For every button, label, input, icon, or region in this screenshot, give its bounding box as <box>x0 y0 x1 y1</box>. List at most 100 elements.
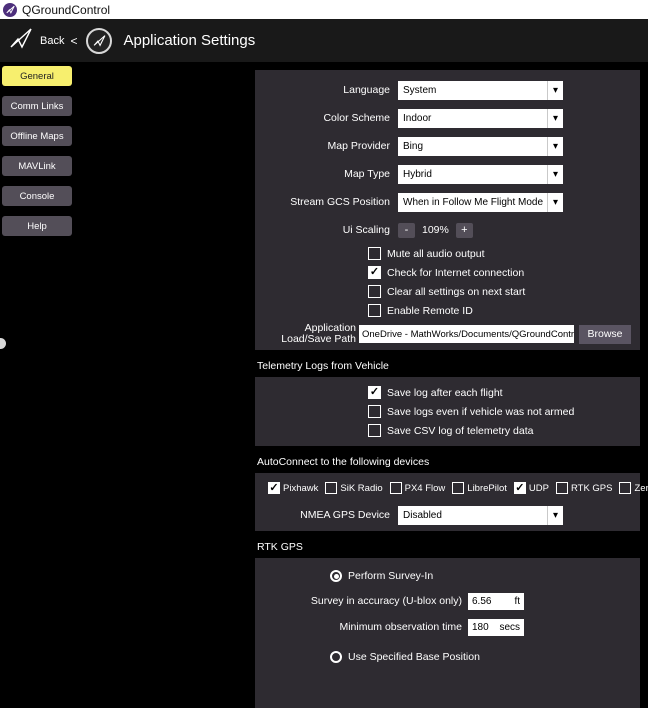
load-save-path-value: OneDrive - MathWorks/Documents/QGroundCo… <box>362 329 574 340</box>
checkbox-icon[interactable] <box>368 304 381 317</box>
checkbox-icon[interactable] <box>514 482 526 494</box>
checkbox-udp[interactable]: UDP <box>514 482 549 494</box>
checkbox-save-csv-log[interactable]: Save CSV log of telemetry data <box>368 421 640 440</box>
ui-scaling-decrease-button[interactable]: - <box>398 223 415 238</box>
survey-accuracy-input[interactable]: 6.56 ft <box>468 593 524 610</box>
checkbox-label: SiK Radio <box>340 483 382 494</box>
checkbox-icon[interactable] <box>368 266 381 279</box>
checkbox-icon[interactable] <box>390 482 402 494</box>
checkbox-label: Clear all settings on next start <box>387 286 525 298</box>
ui-scaling-row: Ui Scaling - 109% + <box>255 216 640 244</box>
checkbox-icon[interactable] <box>619 482 631 494</box>
min-observation-time-value: 180 <box>472 622 489 633</box>
scroll-indicator <box>0 338 6 349</box>
browse-button[interactable]: Browse <box>579 325 631 344</box>
autoconnect-panel: Pixhawk SiK Radio PX4 Flow LibrePilot UD… <box>255 473 640 531</box>
survey-accuracy-label: Survey in accuracy (U-blox only) <box>255 595 462 607</box>
survey-accuracy-unit: ft <box>514 596 520 607</box>
checkbox-rtk-gps[interactable]: RTK GPS <box>556 482 613 494</box>
checkbox-px4-flow[interactable]: PX4 Flow <box>390 482 446 494</box>
paper-plane-icon <box>6 5 15 14</box>
sidebar-item-mavlink[interactable]: MAVLink <box>2 156 72 176</box>
checkbox-icon[interactable] <box>325 482 337 494</box>
map-provider-row: Map Provider Bing <box>255 132 640 160</box>
application-settings-icon <box>86 28 112 54</box>
checkbox-save-logs-not-armed[interactable]: Save logs even if vehicle was not armed <box>368 402 640 421</box>
back-button[interactable]: Back < <box>8 26 77 55</box>
dropdown-value: When in Follow Me Flight Mode <box>398 197 547 208</box>
checkbox-icon[interactable] <box>368 247 381 260</box>
color-scheme-dropdown[interactable]: Indoor <box>398 109 563 128</box>
autoconnect-device-row: Pixhawk SiK Radio PX4 Flow LibrePilot UD… <box>268 479 640 497</box>
load-save-path-label: Application Load/Save Path <box>259 323 359 345</box>
checkbox-icon[interactable] <box>368 386 381 399</box>
load-save-path-row: Application Load/Save Path OneDrive - Ma… <box>255 324 640 344</box>
sidebar-item-label: Comm Links <box>11 101 64 112</box>
nmea-gps-device-label: NMEA GPS Device <box>255 509 398 521</box>
checkbox-clear-settings[interactable]: Clear all settings on next start <box>368 282 640 301</box>
sidebar-item-label: Console <box>20 191 55 202</box>
telemetry-panel: Save log after each flight Save logs eve… <box>255 377 640 446</box>
sidebar-item-comm-links[interactable]: Comm Links <box>2 96 72 116</box>
checkbox-enable-remote-id[interactable]: Enable Remote ID <box>368 301 640 320</box>
radio-label: Use Specified Base Position <box>348 651 480 663</box>
checkbox-zero-conf[interactable]: Zero-Conf <box>619 482 648 494</box>
min-observation-time-label: Minimum observation time <box>255 621 462 633</box>
language-dropdown[interactable]: System <box>398 81 563 100</box>
dropdown-value: Hybrid <box>398 169 547 180</box>
checkbox-save-log-after-flight[interactable]: Save log after each flight <box>368 383 640 402</box>
radio-perform-survey-in[interactable]: Perform Survey-In <box>330 568 640 584</box>
sidebar-item-help[interactable]: Help <box>2 216 72 236</box>
color-scheme-row: Color Scheme Indoor <box>255 104 640 132</box>
qgc-plane-icon <box>8 26 34 55</box>
sidebar-item-offline-maps[interactable]: Offline Maps <box>2 126 72 146</box>
checkbox-label: Check for Internet connection <box>387 267 524 279</box>
min-observation-time-unit: secs <box>499 622 520 633</box>
checkbox-sik-radio[interactable]: SiK Radio <box>325 482 382 494</box>
stream-gcs-position-row: Stream GCS Position When in Follow Me Fl… <box>255 188 640 216</box>
ui-scaling-increase-button[interactable]: + <box>456 223 473 238</box>
checkbox-pixhawk[interactable]: Pixhawk <box>268 482 318 494</box>
ui-scaling-label: Ui Scaling <box>255 224 398 236</box>
page-title: Application Settings <box>123 32 255 49</box>
back-chevron-icon: < <box>70 34 77 48</box>
dropdown-value: Disabled <box>398 510 547 521</box>
language-label: Language <box>255 84 398 96</box>
stream-gcs-position-label: Stream GCS Position <box>255 196 398 208</box>
load-save-path-input[interactable]: OneDrive - MathWorks/Documents/QGroundCo… <box>359 325 574 343</box>
sidebar-item-console[interactable]: Console <box>2 186 72 206</box>
checkbox-icon[interactable] <box>368 424 381 437</box>
dropdown-value: Bing <box>398 141 547 152</box>
nmea-gps-device-row: NMEA GPS Device Disabled <box>255 505 640 525</box>
survey-accuracy-value: 6.56 <box>472 596 491 607</box>
sidebar-item-general[interactable]: General <box>2 66 72 86</box>
color-scheme-label: Color Scheme <box>255 112 398 124</box>
checkbox-icon[interactable] <box>556 482 568 494</box>
min-observation-time-input[interactable]: 180 secs <box>468 619 524 636</box>
map-type-row: Map Type Hybrid <box>255 160 640 188</box>
checkbox-label: Save logs even if vehicle was not armed <box>387 406 574 418</box>
nmea-gps-device-dropdown[interactable]: Disabled <box>398 506 563 525</box>
checkbox-label: RTK GPS <box>571 483 613 494</box>
language-row: Language System <box>255 76 640 104</box>
titlebar: QGroundControl <box>0 0 648 19</box>
radio-icon[interactable] <box>330 651 342 663</box>
settings-sidebar: General Comm Links Offline Maps MAVLink … <box>2 66 72 236</box>
map-provider-dropdown[interactable]: Bing <box>398 137 563 156</box>
ui-scaling-value: 109% <box>422 224 449 236</box>
radio-use-specified-base-position[interactable]: Use Specified Base Position <box>330 649 640 665</box>
checkbox-icon[interactable] <box>368 405 381 418</box>
checkbox-label: Save log after each flight <box>387 387 503 399</box>
chevron-down-icon <box>547 109 563 128</box>
checkbox-mute-audio[interactable]: Mute all audio output <box>368 244 640 263</box>
telemetry-section-title: Telemetry Logs from Vehicle <box>257 360 640 373</box>
checkbox-icon[interactable] <box>268 482 280 494</box>
stream-gcs-position-dropdown[interactable]: When in Follow Me Flight Mode <box>398 193 563 212</box>
checkbox-icon[interactable] <box>368 285 381 298</box>
radio-label: Perform Survey-In <box>348 570 433 582</box>
radio-icon[interactable] <box>330 570 342 582</box>
checkbox-librepilot[interactable]: LibrePilot <box>452 482 507 494</box>
map-type-dropdown[interactable]: Hybrid <box>398 165 563 184</box>
checkbox-icon[interactable] <box>452 482 464 494</box>
checkbox-check-internet[interactable]: Check for Internet connection <box>368 263 640 282</box>
